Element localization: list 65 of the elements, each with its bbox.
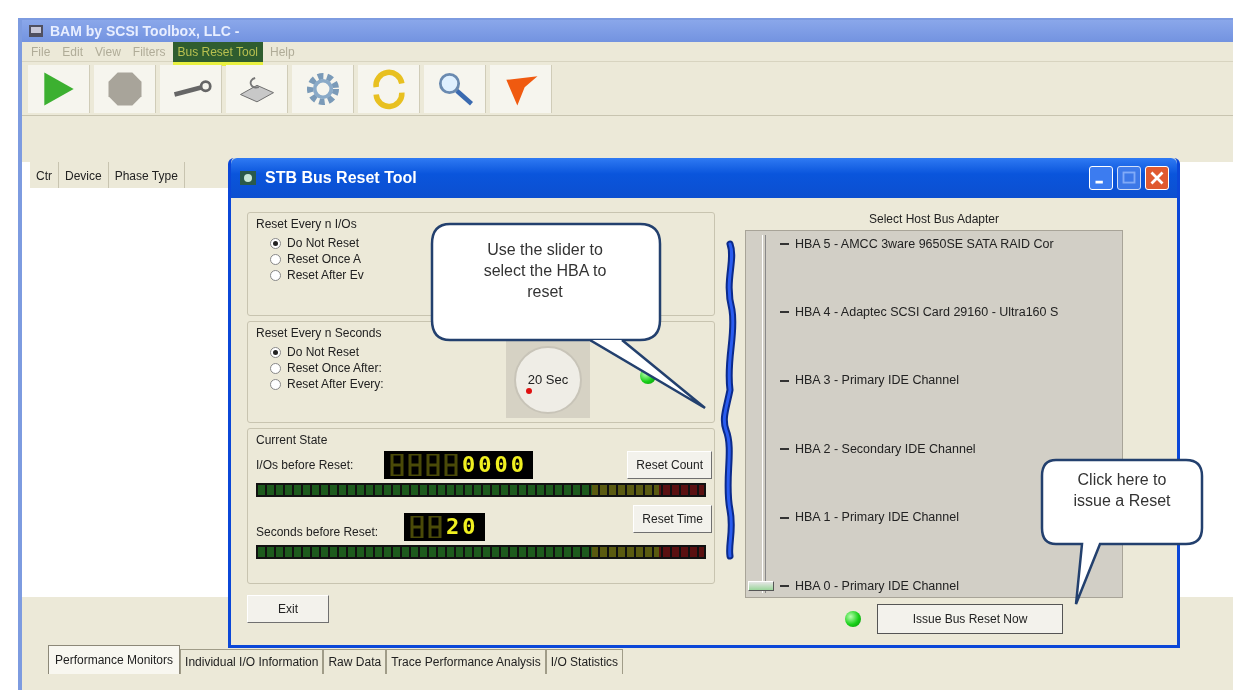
tick-mark [780,243,789,245]
option-label: Reset Once A [287,251,362,268]
issue-reset-button[interactable]: Issue Bus Reset Now [877,604,1063,634]
tab[interactable]: Raw Data [323,649,387,674]
group-title: Current State [256,432,328,449]
radio-button[interactable] [270,346,281,358]
tab[interactable]: Trace Performance Analysis [386,649,546,674]
tick-mark [780,311,789,314]
tick-mark [780,584,789,587]
adapter-label[interactable]: HBA 5 - AMCC 3ware 9650SE SATA RAID Cor [795,234,1054,254]
radio-button[interactable] [270,362,281,374]
digit-value: 0000 [462,454,527,476]
option-label: Do Not Reset [287,235,360,252]
slider-thumb[interactable] [748,580,774,591]
dial-value: 20 Sec [527,371,569,390]
option-label: Do Not Reset [287,344,360,361]
column-header[interactable]: Ctr [30,162,59,188]
unlit-digit-icon [390,454,404,476]
callout-text: Click here to issue a Reset [1072,470,1172,511]
panel-title: Select Host Bus Adapter [868,212,1000,226]
app-icon [239,169,257,187]
adapter-label[interactable]: HBA 1 - Primary IDE Channel [795,508,959,527]
unlit-digit-icon [426,454,440,476]
reset-time-button[interactable]: Reset Time [633,505,712,533]
unlit-digit-icon [428,516,442,538]
adapter-label[interactable]: HBA 3 - Primary IDE Channel [795,371,959,391]
exit-button[interactable]: Exit [247,595,329,623]
radio-button[interactable] [270,269,281,281]
slider-track[interactable] [762,235,766,593]
unlit-digit-icon [410,516,424,538]
option-label: Reset After Ev [287,267,364,284]
adapter-label[interactable]: HBA 4 - Adaptec SCSI Card 29160 - Ultra160 S [795,303,1059,322]
tick-mark [780,448,789,451]
close-button[interactable] [1145,166,1169,190]
group-title: Reset Every n I/Os [256,216,357,233]
field-label: Seconds before Reset: [256,524,380,541]
group-title: Reset Every n Seconds [256,325,382,342]
callout-text: Use the slider to select the HBA to reset [482,240,608,302]
adapter-label[interactable]: HBA 2 - Secondary IDE Channel [795,439,976,459]
column-header[interactable]: Device [59,162,109,188]
maximize-button[interactable] [1117,166,1141,190]
reset-count-button[interactable]: Reset Count [627,451,712,479]
column-header[interactable]: Phase Type [108,162,185,188]
unlit-digit-icon [408,454,422,476]
option-label: Reset Once After: [287,360,382,377]
radio-button[interactable] [270,237,281,249]
digit-value: 20 [446,516,479,538]
dialog-title: STB Bus Reset Tool [265,168,417,188]
minimize-button[interactable] [1089,166,1113,190]
radio-button[interactable] [270,378,281,390]
status-led [845,611,861,627]
unlit-digit-icon [444,454,458,476]
tick-mark [780,516,789,519]
timer-dial[interactable]: 20 Sec [514,346,582,414]
window-title: BAM by SCSI Toolbox, LLC - [50,21,240,41]
tab[interactable]: I/O Statistics [545,649,624,674]
field-label: I/Os before Reset: [256,457,355,474]
app-icon [28,23,44,39]
option-label: Reset After Every: [287,376,384,393]
tab[interactable]: Individual I/O Information [180,649,324,674]
tick-mark [780,379,789,382]
radio-button[interactable] [270,253,281,265]
adapter-label[interactable]: HBA 0 - Primary IDE Channel [795,576,959,596]
tab[interactable]: Performance Monitors [48,645,181,674]
dial-marker [526,388,532,394]
